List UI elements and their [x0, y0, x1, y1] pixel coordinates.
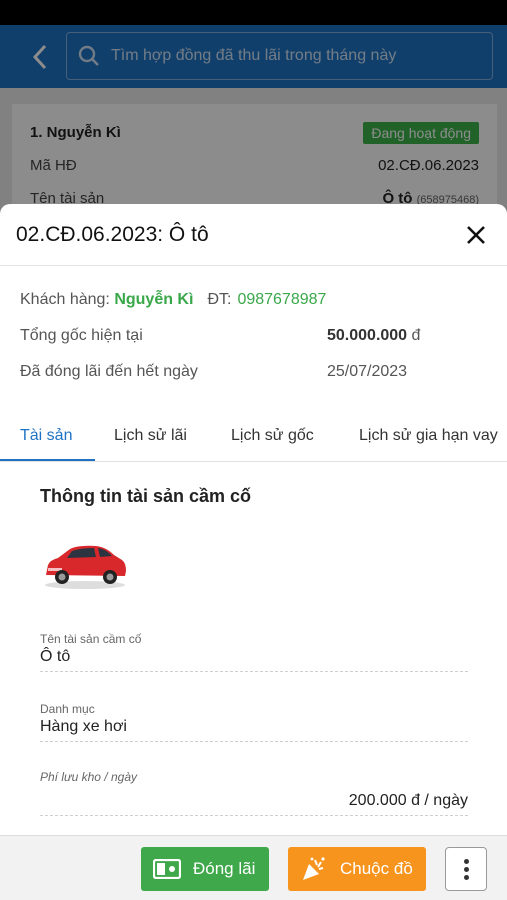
more-options-button[interactable] — [445, 847, 487, 891]
storage-fee-field-label: Phí lưu kho / ngày — [40, 770, 137, 784]
phone-label: ĐT: — [207, 291, 232, 308]
asset-name-field-value: Ô tô — [40, 648, 71, 665]
asset-info-panel: Thông tin tài sản cầm cố Tên tài sản cầm… — [0, 462, 507, 835]
category-field-value: Hàng xe hơi — [40, 718, 127, 735]
paid-until-label: Đã đóng lãi đến hết ngày — [20, 363, 198, 380]
pay-interest-button[interactable]: Đóng lãi — [141, 847, 269, 891]
party-popper-icon — [288, 856, 340, 882]
close-icon — [467, 225, 485, 244]
sheet-header: 02.CĐ.06.2023: Ô tô — [0, 204, 507, 266]
tab-bar: Tài sản Lịch sử lãi Lịch sử gốc Lịch sử … — [0, 410, 507, 462]
category-field-label: Danh mục — [40, 702, 95, 716]
phone-link[interactable]: 0987678987 — [237, 291, 326, 309]
category-field: Danh mục Hàng xe hơi — [40, 702, 468, 742]
action-bar: Đóng lãi Chuộc đồ — [0, 835, 507, 900]
cash-icon — [141, 859, 193, 879]
sheet-title: 02.CĐ.06.2023: Ô tô — [16, 222, 209, 246]
more-vertical-icon — [463, 858, 469, 864]
car-image — [45, 545, 126, 589]
storage-fee-field: Phí lưu kho / ngày 200.000 đ / ngày — [40, 770, 468, 816]
asset-name-field: Tên tài sản cầm cố Ô tô — [40, 632, 468, 672]
redeem-button[interactable]: Chuộc đồ — [288, 847, 426, 891]
paid-until-value: 25/07/2023 — [327, 363, 408, 380]
tab-principal-history[interactable]: Lịch sử gốc — [231, 410, 314, 461]
customer-name-link[interactable]: Nguyễn Kì — [114, 291, 193, 309]
section-title: Thông tin tài sản cầm cố — [40, 486, 252, 506]
principal-label: Tổng gốc hiện tại — [20, 327, 143, 344]
tab-assets[interactable]: Tài sản — [20, 410, 72, 461]
contract-summary: Khách hàng: Nguyễn Kì ĐT: 0987678987 Tổn… — [0, 266, 507, 390]
tab-interest-history[interactable]: Lịch sử lãi — [114, 410, 187, 461]
storage-fee-field-value: 200.000 đ / ngày — [348, 792, 468, 809]
contract-detail-sheet: 02.CĐ.06.2023: Ô tô Khách hàng: Nguyễn K… — [0, 204, 507, 835]
pay-interest-label: Đóng lãi — [193, 859, 256, 878]
close-button[interactable] — [461, 220, 491, 250]
customer-label: Khách hàng: — [20, 291, 110, 308]
tab-extension-history[interactable]: Lịch sử gia hạn vay — [359, 410, 498, 461]
redeem-label: Chuộc đồ — [340, 859, 413, 878]
asset-name-field-label: Tên tài sản cầm cố — [40, 632, 142, 646]
principal-value: 50.000.000 đ — [327, 327, 421, 344]
